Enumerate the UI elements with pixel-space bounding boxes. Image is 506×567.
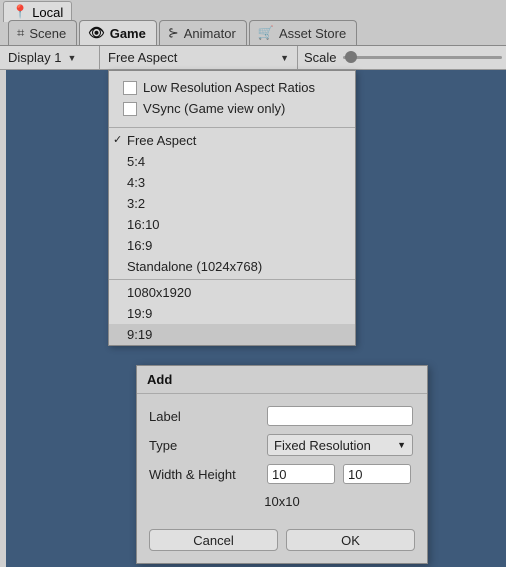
animator-icon: ⊱ bbox=[168, 25, 179, 41]
tab-animator[interactable]: ⊱ Animator bbox=[159, 20, 247, 45]
aspect-item-label: 1080x1920 bbox=[127, 285, 191, 300]
tab-asset-store[interactable]: 🛒 Asset Store bbox=[249, 20, 357, 45]
aspect-item-label: 16:10 bbox=[127, 217, 160, 232]
aspect-item-label: 16:9 bbox=[127, 238, 152, 253]
aspect-item-16-10[interactable]: 16:10 bbox=[109, 214, 355, 235]
vsync-checkbox[interactable] bbox=[123, 102, 137, 116]
asset-store-icon: 🛒 bbox=[258, 25, 274, 41]
chevron-down-icon: ▼ bbox=[280, 53, 289, 63]
type-select-value: Fixed Resolution bbox=[274, 438, 371, 453]
tab-scene-label: Scene bbox=[29, 26, 66, 41]
tab-animator-label: Animator bbox=[184, 26, 236, 41]
add-resolution-dialog: Add Label Type Fixed Resolution ▼ Width … bbox=[136, 365, 428, 564]
dialog-title: Add bbox=[137, 366, 427, 394]
width-input[interactable] bbox=[267, 464, 335, 484]
vsync-label: VSync (Game view only) bbox=[143, 101, 285, 116]
low-res-checkbox-row[interactable]: Low Resolution Aspect Ratios bbox=[123, 77, 345, 98]
aspect-item-9-19[interactable]: 9:19 bbox=[109, 324, 355, 345]
tab-game-label: Game bbox=[110, 26, 146, 41]
chevron-down-icon: ▼ bbox=[397, 440, 406, 450]
cancel-button[interactable]: Cancel bbox=[149, 529, 278, 551]
aspect-item-label: 3:2 bbox=[127, 196, 145, 211]
aspect-item-19-9[interactable]: 19:9 bbox=[109, 303, 355, 324]
aspect-item-16-9[interactable]: 16:9 bbox=[109, 235, 355, 256]
size-field-label: Width & Height bbox=[149, 467, 267, 482]
ok-button[interactable]: OK bbox=[286, 529, 415, 551]
display-label: Display 1 bbox=[8, 50, 61, 65]
tab-game[interactable]: 👁 Game bbox=[79, 20, 157, 45]
scale-slider[interactable] bbox=[343, 56, 502, 59]
tab-scene[interactable]: ⌗ Scene bbox=[8, 20, 77, 45]
size-preview: 10x10 bbox=[149, 488, 415, 515]
aspect-label: Free Aspect bbox=[108, 50, 177, 65]
height-input[interactable] bbox=[343, 464, 411, 484]
cancel-button-label: Cancel bbox=[193, 533, 233, 548]
type-select[interactable]: Fixed Resolution ▼ bbox=[267, 434, 413, 456]
game-icon: 👁 bbox=[88, 25, 105, 41]
tab-bar: ⌗ Scene 👁 Game ⊱ Animator 🛒 Asset Store bbox=[0, 22, 506, 46]
aspect-item-3-2[interactable]: 3:2 bbox=[109, 193, 355, 214]
aspect-item-1080x1920[interactable]: 1080x1920 bbox=[109, 282, 355, 303]
scale-label: Scale bbox=[298, 50, 343, 65]
aspect-dropdown[interactable]: Free Aspect ▼ bbox=[100, 46, 298, 69]
low-res-checkbox[interactable] bbox=[123, 81, 137, 95]
aspect-item-label: 5:4 bbox=[127, 154, 145, 169]
scale-thumb[interactable] bbox=[345, 51, 357, 63]
aspect-item-standalone[interactable]: Standalone (1024x768) bbox=[109, 256, 355, 277]
tab-asset-store-label: Asset Store bbox=[279, 26, 346, 41]
label-input[interactable] bbox=[267, 406, 413, 426]
local-tab-label: Local bbox=[32, 5, 63, 20]
scene-icon: ⌗ bbox=[17, 25, 24, 41]
vsync-checkbox-row[interactable]: VSync (Game view only) bbox=[123, 98, 345, 119]
separator bbox=[109, 279, 355, 280]
local-tab[interactable]: 📍 Local bbox=[3, 1, 72, 22]
aspect-item-free[interactable]: Free Aspect bbox=[109, 130, 355, 151]
aspect-item-label: Free Aspect bbox=[127, 133, 196, 148]
separator bbox=[109, 127, 355, 128]
display-dropdown[interactable]: Display 1 ▼ bbox=[0, 46, 100, 69]
type-field-label: Type bbox=[149, 438, 267, 453]
aspect-item-label: 19:9 bbox=[127, 306, 152, 321]
aspect-item-4-3[interactable]: 4:3 bbox=[109, 172, 355, 193]
game-toolbar: Display 1 ▼ Free Aspect ▼ Scale bbox=[0, 46, 506, 70]
label-field-label: Label bbox=[149, 409, 267, 424]
low-res-label: Low Resolution Aspect Ratios bbox=[143, 80, 315, 95]
aspect-item-label: Standalone (1024x768) bbox=[127, 259, 262, 274]
ok-button-label: OK bbox=[341, 533, 360, 548]
aspect-dropdown-panel: Low Resolution Aspect Ratios VSync (Game… bbox=[108, 70, 356, 346]
aspect-item-label: 4:3 bbox=[127, 175, 145, 190]
aspect-item-label: 9:19 bbox=[127, 327, 152, 342]
aspect-item-5-4[interactable]: 5:4 bbox=[109, 151, 355, 172]
pin-icon: 📍 bbox=[12, 4, 28, 20]
chevron-down-icon: ▼ bbox=[67, 53, 76, 63]
